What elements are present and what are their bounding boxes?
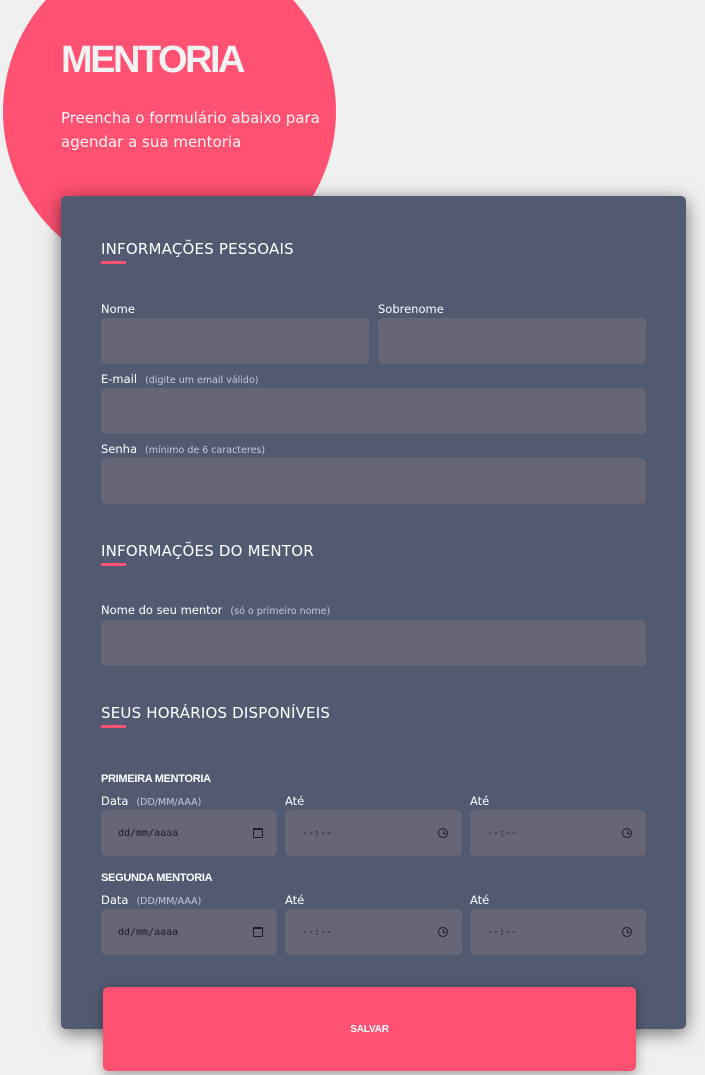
second-mentoria-heading: SEGUNDA MENTORIA <box>101 872 213 884</box>
section-title-schedule: SEUS HORÁRIOS DISPONÍVEIS <box>101 704 331 722</box>
second-start-label: Até <box>285 893 305 907</box>
save-button[interactable]: SALVAR <box>103 987 636 1071</box>
time-placeholder: --:-- <box>302 926 333 938</box>
mentor-name-input[interactable] <box>101 620 646 666</box>
email-input[interactable] <box>101 388 646 434</box>
first-end-time-input[interactable]: --:-- <box>470 810 646 856</box>
first-mentoria-heading: PRIMEIRA MENTORIA <box>101 773 211 785</box>
date-format-hint: (DD/MM/AAA) <box>136 797 202 808</box>
time-placeholder: --:-- <box>302 827 333 839</box>
date-placeholder: dd/mm/aaaa <box>118 827 179 839</box>
date-format-hint: (DD/MM/AAA) <box>136 896 202 907</box>
section-title-personal: INFORMAÇÕES PESSOAIS <box>101 240 294 258</box>
first-date-input[interactable]: dd/mm/aaaa <box>101 810 277 856</box>
mentoria-form: INFORMAÇÕES PESSOAIS Nome Sobrenome E-ma… <box>61 196 686 1029</box>
calendar-icon[interactable] <box>253 927 263 937</box>
password-input[interactable] <box>101 458 646 504</box>
section-title-mentor: INFORMAÇÕES DO MENTOR <box>101 542 314 560</box>
section-underline <box>101 725 126 728</box>
last-name-input[interactable] <box>378 318 646 364</box>
first-name-label: Nome <box>101 302 135 316</box>
first-start-label: Até <box>285 794 305 808</box>
second-start-time-input[interactable]: --:-- <box>285 909 462 955</box>
first-end-label: Até <box>470 794 490 808</box>
clock-icon[interactable] <box>438 927 448 937</box>
email-hint: (digite um email válido) <box>145 375 259 386</box>
time-placeholder: --:-- <box>487 926 518 938</box>
section-underline <box>101 563 126 566</box>
password-hint: (mínimo de 6 caracteres) <box>145 445 266 456</box>
second-end-label: Até <box>470 893 490 907</box>
first-start-time-input[interactable]: --:-- <box>285 810 462 856</box>
password-label: Senha (mínimo de 6 caracteres) <box>101 442 266 456</box>
calendar-icon[interactable] <box>253 828 263 838</box>
second-date-input[interactable]: dd/mm/aaaa <box>101 909 277 955</box>
time-placeholder: --:-- <box>487 827 518 839</box>
page-title: MENTORIA <box>61 39 245 81</box>
clock-icon[interactable] <box>622 828 632 838</box>
second-end-time-input[interactable]: --:-- <box>470 909 646 955</box>
clock-icon[interactable] <box>622 927 632 937</box>
last-name-label: Sobrenome <box>378 302 444 316</box>
mentor-name-label: Nome do seu mentor (só o primeiro nome) <box>101 603 331 617</box>
email-label: E-mail (digite um email válido) <box>101 372 259 386</box>
page-subtitle: Preencha o formulário abaixo para agenda… <box>61 109 320 151</box>
mentor-name-hint: (só o primeiro nome) <box>230 606 331 617</box>
second-date-label: Data (DD/MM/AAA) <box>101 893 202 907</box>
first-name-input[interactable] <box>101 318 369 364</box>
clock-icon[interactable] <box>438 828 448 838</box>
section-underline <box>101 261 126 264</box>
date-placeholder: dd/mm/aaaa <box>118 926 179 938</box>
first-date-label: Data (DD/MM/AAA) <box>101 794 202 808</box>
